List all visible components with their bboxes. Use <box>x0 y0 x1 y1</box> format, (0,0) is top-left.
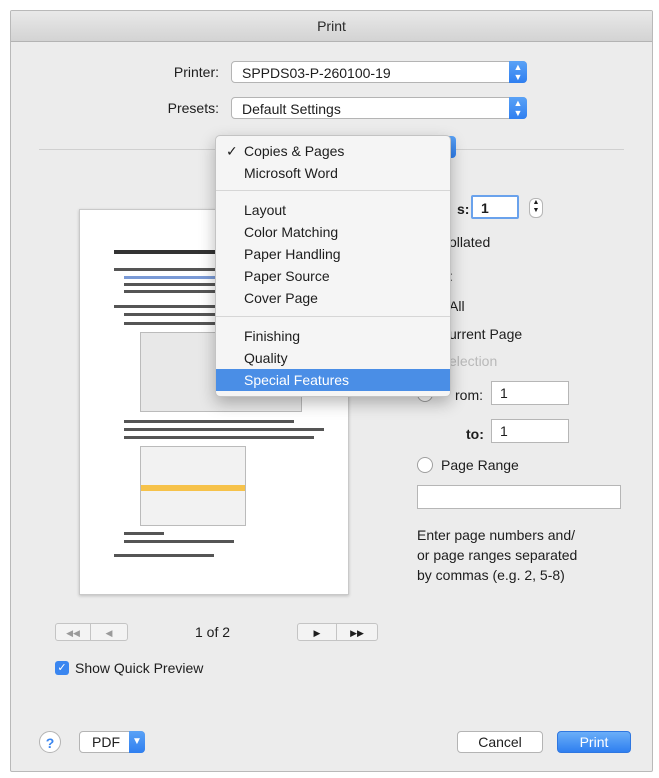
menu-item-layout[interactable]: Layout <box>216 199 450 221</box>
preview-highlight-row <box>141 485 245 491</box>
menu-item-microsoft-word[interactable]: Microsoft Word <box>216 162 450 184</box>
preview-text-line <box>124 290 224 293</box>
menu-item-quality[interactable]: Quality <box>216 347 450 369</box>
collated-label: ollated <box>449 234 491 250</box>
last-page-button[interactable]: ▶▶ <box>336 623 378 641</box>
cancel-button[interactable]: Cancel <box>457 731 543 753</box>
menu-separator <box>216 190 450 191</box>
preview-text-line <box>124 420 294 423</box>
page-range-field[interactable] <box>417 485 621 509</box>
printer-label: Printer: <box>173 64 219 80</box>
chevron-down-icon: ▼ <box>129 731 145 753</box>
page-range-label: Page Range <box>441 457 519 473</box>
menu-item-paper-handling[interactable]: Paper Handling <box>216 243 450 265</box>
window-title: Print <box>11 11 652 42</box>
preview-screenshot <box>140 446 246 526</box>
print-button[interactable]: Print <box>557 731 631 753</box>
presets-value: Default Settings <box>242 101 341 117</box>
pages-to-label: to: <box>466 426 484 442</box>
menu-item-color-matching[interactable]: Color Matching <box>216 221 450 243</box>
menu-separator <box>216 316 450 317</box>
menu-item-special-features[interactable]: Special Features <box>216 369 450 391</box>
pages-current-label[interactable]: urrent Page <box>449 326 522 342</box>
menu-item-copies-pages[interactable]: ✓ Copies & Pages <box>216 140 450 162</box>
page-range-hint: Enter page numbers and/ or page ranges s… <box>417 527 578 583</box>
print-dialog: Print Printer: SPPDS03-P-260100-19 ▲ ▼ Pr… <box>10 10 653 772</box>
updown-chevron-icon: ▲▼ <box>509 97 527 119</box>
preview-text-line <box>124 532 164 535</box>
updown-chevron-icon: ▲▼ <box>509 61 527 83</box>
first-page-button[interactable]: ◀◀ <box>55 623 91 641</box>
page-range-radio[interactable] <box>417 457 433 473</box>
copies-stepper[interactable]: ▲ ▼ <box>529 198 543 218</box>
section-menu: ✓ Copies & Pages Microsoft Word Layout C… <box>215 135 451 397</box>
pages-selection-label: election <box>449 353 498 369</box>
preview-text-line <box>124 436 314 439</box>
pages-to-field[interactable]: 1 <box>491 419 569 443</box>
printer-value: SPPDS03-P-260100-19 <box>242 65 391 81</box>
pages-from-field[interactable]: 1 <box>491 381 569 405</box>
menu-item-cover-page[interactable]: Cover Page <box>216 287 450 309</box>
prev-page-button[interactable]: ◀ <box>90 623 128 641</box>
presets-popup[interactable]: Default Settings ▲ ▼ <box>231 97 527 119</box>
pages-from-label: rom: <box>455 387 483 403</box>
pdf-menu-button[interactable]: PDF ▼ <box>79 731 145 753</box>
checkmark-icon: ✓ <box>226 143 238 159</box>
page-indicator: 1 of 2 <box>195 624 231 640</box>
preview-text-line <box>114 554 214 557</box>
presets-label: Presets: <box>167 100 219 116</box>
pages-all-label[interactable]: All <box>449 298 465 314</box>
copies-label: s: <box>457 201 470 217</box>
menu-item-paper-source[interactable]: Paper Source <box>216 265 450 287</box>
quick-preview-checkbox[interactable]: ✓ <box>55 661 69 675</box>
copies-field[interactable]: 1 <box>471 195 519 219</box>
preview-text-line <box>124 428 324 431</box>
help-button[interactable]: ? <box>39 731 61 753</box>
printer-popup[interactable]: SPPDS03-P-260100-19 ▲ ▼ <box>231 61 527 83</box>
quick-preview-label: Show Quick Preview <box>75 660 204 676</box>
menu-item-finishing[interactable]: Finishing <box>216 325 450 347</box>
next-page-button[interactable]: ▶ <box>297 623 337 641</box>
preview-text-line <box>124 540 234 543</box>
pdf-label: PDF <box>92 734 120 750</box>
